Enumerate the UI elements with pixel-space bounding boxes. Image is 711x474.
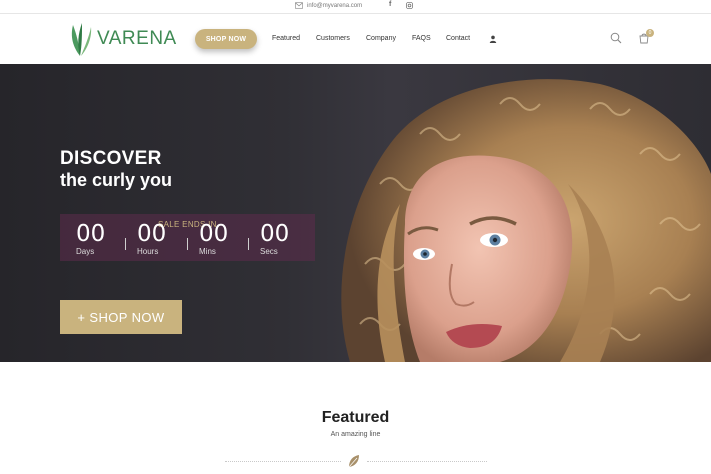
cart-count-badge: 0 [646, 29, 654, 37]
nav-contact[interactable]: Contact [446, 35, 470, 42]
countdown-mins-value: 00 [199, 221, 229, 247]
section-divider-right [367, 461, 487, 462]
countdown-separator [125, 238, 126, 250]
brand-logo[interactable]: VARENA [67, 21, 177, 57]
hero-shop-now-button[interactable]: + SHOP NOW [60, 300, 182, 334]
leaf-divider-icon [348, 455, 359, 468]
countdown-mins: 00 Mins [199, 221, 229, 257]
hero-banner: DISCOVER the curly you SALE ENDS IN 00 D… [0, 64, 711, 362]
sale-countdown: SALE ENDS IN 00 Days 00 Hours 00 Mins 00… [60, 214, 315, 261]
nav-featured[interactable]: Featured [272, 35, 300, 42]
countdown-days: 00 Days [76, 221, 106, 257]
countdown-days-value: 00 [76, 221, 106, 247]
hero-subtitle: the curly you [60, 170, 173, 190]
countdown-hours-value: 00 [137, 221, 167, 247]
email-text: info@myvarena.com [307, 2, 363, 9]
featured-subheading: An amazing line [330, 431, 381, 438]
nav-company[interactable]: Company [366, 35, 396, 42]
countdown-hours-label: Hours [137, 247, 159, 256]
countdown-hours: 00 Hours [137, 221, 167, 257]
instagram-icon[interactable] [406, 2, 413, 9]
contact-email[interactable]: info@myvarena.com [295, 2, 362, 9]
user-icon[interactable] [489, 35, 497, 43]
facebook-icon[interactable]: f [389, 1, 391, 8]
nav-customers[interactable]: Customers [316, 35, 350, 42]
shop-now-button[interactable]: SHOP NOW [195, 29, 257, 49]
countdown-separator [187, 238, 188, 250]
logo-text: VARENA [97, 28, 177, 49]
countdown-mins-label: Mins [199, 247, 216, 256]
site-header: VARENA SHOP NOW Featured Customers Compa… [0, 15, 711, 64]
search-icon[interactable] [610, 32, 622, 44]
countdown-secs-value: 00 [260, 221, 290, 247]
featured-heading: Featured [321, 409, 390, 426]
mail-icon [295, 2, 303, 9]
section-divider-left [225, 461, 341, 462]
countdown-days-label: Days [76, 247, 95, 256]
countdown-secs: 00 Secs [260, 221, 290, 257]
countdown-secs-label: Secs [260, 247, 278, 256]
countdown-separator [248, 238, 249, 250]
nav-faqs[interactable]: FAQS [412, 35, 431, 42]
top-bar: info@myvarena.com f [0, 0, 711, 14]
leaf-logo-icon [71, 23, 92, 56]
hero-title: DISCOVER [60, 148, 162, 169]
